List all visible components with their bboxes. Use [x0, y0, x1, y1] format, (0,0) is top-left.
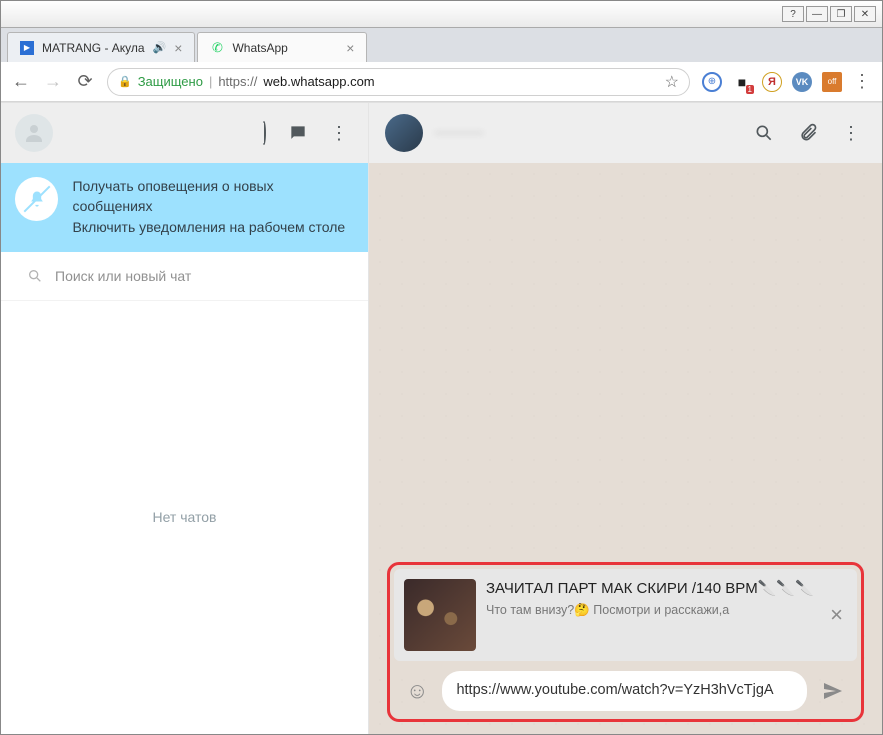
attach-icon[interactable]: [792, 123, 824, 143]
app-window: ? — ❐ ✕ ▶ MATRANG - Акула 🔊 × ✆ WhatsApp…: [0, 0, 883, 735]
search-placeholder: Поиск или новый чат: [55, 268, 191, 284]
lock-icon: 🔒: [118, 75, 132, 88]
window-maximize-button[interactable]: ❐: [830, 6, 852, 22]
nav-back-button[interactable]: ←: [11, 71, 31, 92]
browser-tab[interactable]: ✆ WhatsApp ×: [197, 32, 367, 62]
browser-toolbar: ← → ⟳ 🔒 Защищено | https:// web.whatsapp.…: [1, 62, 882, 102]
preview-description: Что там внизу?🤔 Посмотри и расскажи,а: [486, 603, 816, 618]
bell-off-icon: [15, 177, 58, 221]
window-help-button[interactable]: ?: [782, 6, 804, 22]
globe-icon[interactable]: ⊕: [702, 72, 722, 92]
chat-list-empty: Нет чатов: [1, 300, 368, 734]
sidebar: ⋮ Получать оповещения о новых сообщениях…: [1, 103, 369, 734]
preview-meta: ЗАЧИТАЛ ПАРТ МАК СКИРИ /140 BPM🔪🔪🔪 Что т…: [486, 579, 816, 618]
message-input[interactable]: https://www.youtube.com/watch?v=YzH3hVcT…: [442, 671, 807, 711]
preview-thumbnail: [404, 579, 476, 651]
bookmark-star-icon[interactable]: ☆: [665, 72, 679, 92]
browser-tab[interactable]: ▶ MATRANG - Акула 🔊 ×: [7, 32, 195, 62]
whatsapp-icon: ✆: [210, 41, 224, 55]
window-titlebar: ? — ❐ ✕: [1, 1, 882, 28]
extension-off-icon[interactable]: off: [822, 72, 842, 92]
composer-highlight: ЗАЧИТАЛ ПАРТ МАК СКИРИ /140 BPM🔪🔪🔪 Что т…: [387, 562, 864, 722]
composer-row: ☺ https://www.youtube.com/watch?v=YzH3hV…: [394, 661, 857, 715]
emoji-icon[interactable]: ☺: [400, 678, 434, 704]
separator: |: [209, 74, 212, 89]
chat-header: ——— ⋮: [369, 103, 882, 163]
search-input[interactable]: Поиск или новый чат: [15, 260, 354, 292]
close-icon[interactable]: ×: [346, 40, 354, 56]
notification-title: Получать оповещения о новых сообщениях: [72, 177, 354, 216]
contact-avatar[interactable]: [385, 114, 423, 152]
adblock-icon[interactable]: ■1: [732, 72, 752, 92]
chat-panel: ——— ⋮ ЗАЧИТАЛ ПАРТ МАК СКИРИ /140 BPM🔪🔪🔪…: [369, 103, 882, 734]
notification-text: Получать оповещения о новых сообщениях В…: [72, 177, 354, 238]
close-icon[interactable]: ×: [174, 40, 182, 56]
new-chat-icon[interactable]: [282, 123, 314, 143]
address-bar[interactable]: 🔒 Защищено | https:// web.whatsapp.com ☆: [107, 68, 690, 96]
send-button[interactable]: [815, 679, 851, 703]
preview-close-button[interactable]: ×: [826, 602, 847, 628]
chat-menu-icon[interactable]: ⋮: [836, 123, 866, 144]
nav-reload-button[interactable]: ⟳: [75, 71, 95, 92]
link-preview-card: ЗАЧИТАЛ ПАРТ МАК СКИРИ /140 BPM🔪🔪🔪 Что т…: [394, 569, 857, 661]
yandex-icon[interactable]: Я: [762, 72, 782, 92]
url-scheme: https://: [218, 74, 257, 89]
empty-state-label: Нет чатов: [153, 509, 217, 525]
window-close-button[interactable]: ✕: [854, 6, 876, 22]
vk-icon[interactable]: VK: [792, 72, 812, 92]
nav-forward-button[interactable]: →: [43, 71, 63, 92]
menu-icon[interactable]: ⋮: [324, 123, 354, 144]
search-container: Поиск или новый чат: [1, 252, 368, 300]
contact-name[interactable]: ———: [435, 124, 483, 142]
url-host: web.whatsapp.com: [263, 74, 374, 89]
speaker-icon[interactable]: 🔊: [153, 41, 167, 54]
tab-title: WhatsApp: [232, 41, 287, 55]
window-minimize-button[interactable]: —: [806, 6, 828, 22]
tab-title: MATRANG - Акула: [42, 41, 145, 55]
play-icon: ▶: [20, 41, 34, 55]
sidebar-header: ⋮: [1, 103, 368, 163]
notification-banner[interactable]: Получать оповещения о новых сообщениях В…: [1, 163, 368, 252]
notification-subtitle: Включить уведомления на рабочем столе: [72, 218, 354, 238]
secure-label: Защищено: [138, 74, 203, 89]
search-icon: [27, 268, 43, 284]
preview-title: ЗАЧИТАЛ ПАРТ МАК СКИРИ /140 BPM🔪🔪🔪: [486, 579, 816, 599]
browser-tabstrip: ▶ MATRANG - Акула 🔊 × ✆ WhatsApp ×: [1, 28, 882, 62]
self-avatar[interactable]: [15, 114, 53, 152]
extensions-row: ⊕ ■1 Я VK off ⋮: [702, 71, 872, 92]
status-icon[interactable]: [256, 123, 272, 144]
search-in-chat-icon[interactable]: [748, 123, 780, 143]
browser-menu-icon[interactable]: ⋮: [852, 71, 872, 92]
whatsapp-app: ⋮ Получать оповещения о новых сообщениях…: [1, 102, 882, 734]
